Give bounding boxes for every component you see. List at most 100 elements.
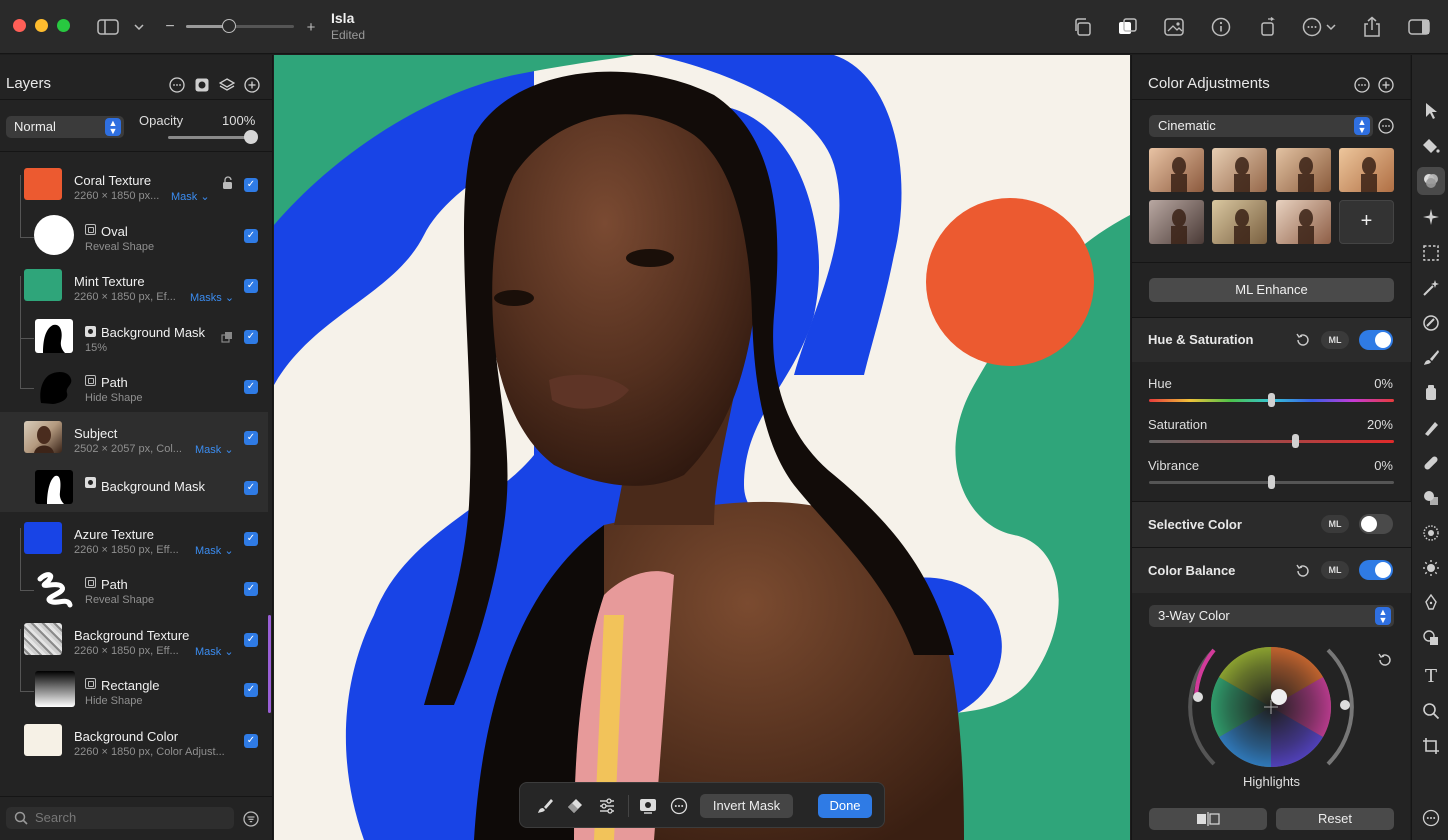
ml-badge[interactable]: ML — [1321, 561, 1349, 579]
image-icon[interactable] — [1161, 14, 1187, 40]
text-tool-icon[interactable]: T — [1420, 665, 1442, 687]
smudge-icon[interactable] — [1420, 417, 1442, 439]
vibrance-slider[interactable] — [1149, 475, 1394, 489]
blend-mode-select[interactable]: Normal ▲ ▼ — [6, 116, 124, 138]
noise-icon[interactable] — [1420, 522, 1442, 544]
color-balance-toggle[interactable] — [1359, 560, 1393, 580]
zoom-tool-icon[interactable] — [1420, 700, 1442, 722]
preset-options-icon[interactable] — [1377, 117, 1395, 135]
visibility-checkbox[interactable]: ✓ — [244, 229, 258, 243]
layers-shape-icon[interactable] — [1420, 627, 1442, 649]
visibility-checkbox[interactable]: ✓ — [244, 481, 258, 495]
layer-row-azure-texture[interactable]: Azure Texture 2260 × 1850 px, Eff... Mas… — [0, 513, 268, 563]
magic-wand-icon[interactable] — [1420, 277, 1442, 299]
ml-badge[interactable]: ML — [1321, 515, 1349, 533]
more-icon[interactable] — [669, 796, 689, 816]
visibility-checkbox[interactable]: ✓ — [244, 279, 258, 293]
hue-slider-knob[interactable] — [1268, 393, 1275, 407]
zoom-slider[interactable] — [186, 19, 294, 33]
info-icon[interactable] — [1208, 14, 1234, 40]
ml-enhance-button[interactable]: ML Enhance — [1149, 278, 1394, 302]
crop-icon[interactable] — [1420, 735, 1442, 757]
ml-badge[interactable]: ML — [1321, 331, 1349, 349]
duplicate-icon[interactable] — [1069, 14, 1095, 40]
rotate-icon[interactable] — [1255, 14, 1281, 40]
layer-row-path[interactable]: Path Hide Shape ✓ — [0, 361, 268, 411]
selective-color-toggle[interactable] — [1359, 514, 1393, 534]
layer-row-mint-texture[interactable]: Mint Texture 2260 × 1850 px, Ef... Masks… — [0, 260, 268, 310]
paint-brush-icon[interactable] — [1420, 347, 1442, 369]
healing-bandage-icon[interactable] — [1420, 452, 1442, 474]
brush-icon[interactable] — [535, 796, 555, 816]
compare-split-button[interactable] — [1149, 808, 1267, 830]
layer-row-background-mask[interactable]: Background Mask 15% ✓ — [0, 311, 268, 361]
more-icon[interactable] — [168, 76, 186, 94]
layer-row-subject-mask[interactable]: Background Mask ✓ — [0, 462, 268, 512]
retouch-icon[interactable] — [1420, 312, 1442, 334]
visibility-checkbox[interactable]: ✓ — [244, 380, 258, 394]
mask-link[interactable]: Mask ⌄ — [195, 645, 234, 658]
mask-link[interactable]: Mask ⌄ — [195, 544, 234, 557]
visibility-checkbox[interactable]: ✓ — [244, 532, 258, 546]
visibility-checkbox[interactable]: ✓ — [244, 683, 258, 697]
inspector-toggle-icon[interactable] — [1406, 14, 1432, 40]
hue-saturation-toggle[interactable] — [1359, 330, 1393, 350]
visibility-checkbox[interactable]: ✓ — [244, 178, 258, 192]
mask-view-icon[interactable] — [638, 796, 658, 816]
effects-icon[interactable] — [1420, 206, 1442, 228]
zoom-slider-knob[interactable] — [222, 19, 237, 33]
add-layer-icon[interactable] — [243, 76, 261, 94]
image-canvas[interactable]: Invert Mask Done — [274, 55, 1130, 840]
color-wheel[interactable] — [1186, 646, 1356, 768]
minimize-window-button[interactable] — [35, 19, 48, 32]
reset-icon[interactable] — [1294, 562, 1312, 580]
invert-mask-button[interactable]: Invert Mask — [700, 794, 793, 818]
arrow-tool-icon[interactable] — [1420, 100, 1442, 122]
layer-row-subject[interactable]: Subject 2502 × 2057 px, Col... Mask ⌄ ✓ — [0, 412, 268, 462]
reset-icon[interactable] — [1294, 331, 1312, 349]
share-icon[interactable] — [1359, 14, 1385, 40]
vibrance-slider-knob[interactable] — [1268, 475, 1275, 489]
visibility-checkbox[interactable]: ✓ — [244, 330, 258, 344]
opacity-slider[interactable] — [168, 130, 258, 144]
zoom-in-icon[interactable]: + — [298, 14, 324, 40]
add-adjustment-icon[interactable] — [1377, 76, 1395, 94]
chevron-down-icon[interactable] — [126, 14, 152, 40]
layer-search-input[interactable]: Search — [6, 807, 234, 829]
color-adjust-tool-icon[interactable] — [1417, 167, 1445, 195]
mask-link[interactable]: Mask ⌄ — [171, 190, 210, 203]
eraser-icon[interactable] — [565, 796, 585, 816]
visibility-checkbox[interactable]: ✓ — [244, 633, 258, 647]
settings-sliders-icon[interactable] — [597, 796, 617, 816]
opacity-slider-knob[interactable] — [244, 130, 258, 144]
add-mask-icon[interactable] — [193, 76, 211, 94]
color-balance-mode-select[interactable]: 3-Way Color ▲ ▼ — [1149, 605, 1394, 627]
layer-row-background-texture[interactable]: Background Texture 2260 × 1850 px, Eff..… — [0, 614, 268, 664]
reset-button[interactable]: Reset — [1276, 808, 1394, 830]
sidebar-toggle-icon[interactable] — [95, 14, 121, 40]
hue-slider[interactable] — [1149, 393, 1394, 407]
compare-icon[interactable] — [1115, 14, 1141, 40]
zoom-out-icon[interactable]: − — [157, 14, 183, 40]
clone-stamp-icon[interactable] — [1420, 382, 1442, 404]
visibility-checkbox[interactable]: ✓ — [244, 582, 258, 596]
close-window-button[interactable] — [13, 19, 26, 32]
visibility-checkbox[interactable]: ✓ — [244, 431, 258, 445]
layer-row-oval[interactable]: Oval Reveal Shape ✓ — [0, 210, 268, 260]
mask-link[interactable]: Mask ⌄ — [195, 443, 234, 456]
layer-row-path-reveal[interactable]: Path Reveal Shape ✓ — [0, 563, 268, 613]
done-button[interactable]: Done — [818, 794, 872, 818]
mask-link[interactable]: Masks ⌄ — [190, 291, 234, 304]
layer-stack-icon[interactable] — [218, 76, 236, 94]
preset-select[interactable]: Cinematic ▲ ▼ — [1149, 115, 1373, 137]
more-options-icon[interactable] — [1300, 14, 1340, 40]
more-tools-icon[interactable] — [1420, 807, 1442, 829]
wheel-reset-icon[interactable] — [1376, 651, 1394, 669]
visibility-checkbox[interactable]: ✓ — [244, 734, 258, 748]
zoom-window-button[interactable] — [57, 19, 70, 32]
filter-icon[interactable] — [243, 811, 259, 832]
lock-icon[interactable] — [221, 176, 235, 195]
selection-rect-icon[interactable] — [1420, 242, 1442, 264]
more-icon[interactable] — [1353, 76, 1371, 94]
layer-row-background-color[interactable]: Background Color 2260 × 1850 px, Color A… — [0, 715, 268, 765]
